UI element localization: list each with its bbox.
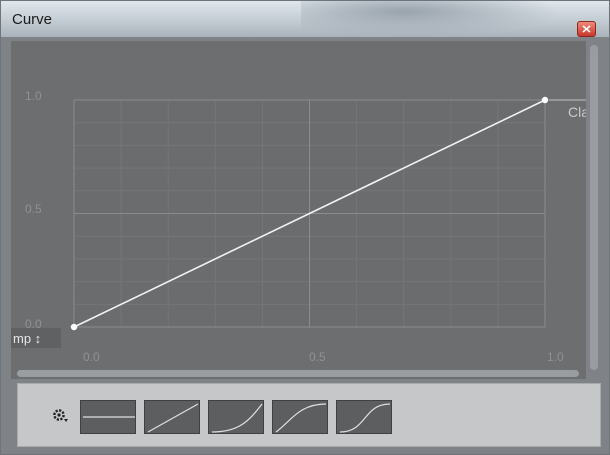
- preset-linear-button[interactable]: [144, 400, 200, 434]
- curve-window: Curve 1.0 0.5 0.0 0.0 0.5 1.0 mp ↕ Clan: [0, 0, 610, 455]
- ease-in-curve-icon: [211, 403, 263, 433]
- x-tick-2: 0.5: [309, 350, 326, 364]
- preset-ease-out-button[interactable]: [272, 400, 328, 434]
- gear-icon[interactable]: [52, 408, 68, 424]
- preset-ease-in-button[interactable]: [208, 400, 264, 434]
- preset-flat-button[interactable]: [80, 400, 136, 434]
- horizontal-scrollbar[interactable]: [17, 370, 579, 377]
- curve-point-end[interactable]: [541, 96, 549, 104]
- vertical-scrollbar[interactable]: [590, 45, 598, 370]
- x-tick-1: 0.0: [83, 350, 100, 364]
- title-bar-background: [301, 1, 561, 37]
- left-clamp-label[interactable]: mp ↕: [13, 331, 41, 346]
- x-tick-3: 1.0: [547, 350, 564, 364]
- close-icon: [582, 25, 591, 33]
- s-curve-icon: [339, 403, 391, 433]
- y-tick-1: 1.0: [25, 89, 42, 103]
- close-button[interactable]: [577, 21, 596, 37]
- preset-s-curve-button[interactable]: [336, 400, 392, 434]
- preset-toolbar: [17, 383, 601, 447]
- linear-curve-icon: [147, 403, 199, 433]
- curve-graph-panel[interactable]: 1.0 0.5 0.0 0.0 0.5 1.0 mp ↕ Clan: [9, 41, 597, 379]
- window-title: Curve: [12, 11, 53, 28]
- flat-curve-icon: [83, 416, 135, 418]
- title-bar[interactable]: Curve: [1, 1, 609, 37]
- ease-out-curve-icon: [275, 403, 327, 433]
- curve-graph[interactable]: 1.0 0.5 0.0 0.0 0.5 1.0 mp ↕ Clan: [9, 41, 597, 379]
- right-clamp-label[interactable]: Clan: [568, 104, 597, 120]
- curve-point-start[interactable]: [70, 323, 78, 331]
- y-tick-2: 0.5: [25, 202, 42, 216]
